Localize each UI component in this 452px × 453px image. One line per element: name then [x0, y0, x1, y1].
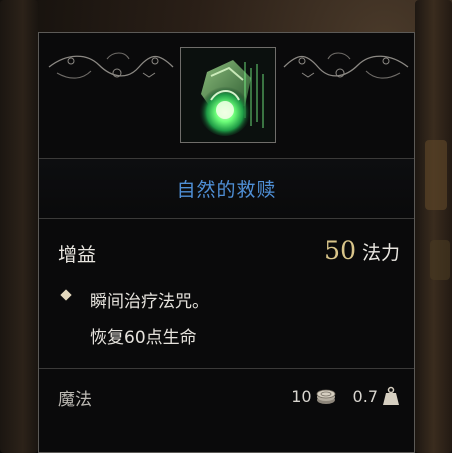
cost-value: 50	[324, 236, 356, 265]
item-stats: 10 0.7	[291, 385, 400, 407]
title-divider	[39, 218, 414, 219]
weight-value: 0.7	[352, 386, 378, 406]
background-strap	[425, 140, 447, 210]
spell-cost: 50 法力	[324, 236, 400, 265]
spell-type-label: 增益	[58, 244, 97, 266]
description-line-1: 瞬间治疗法咒。	[90, 292, 209, 312]
cost-unit: 法力	[361, 242, 400, 264]
filigree-left-ornament	[48, 52, 174, 79]
spell-tooltip: 自然的救赎 增益 50 法力 瞬间治疗法咒。 恢复60点生命 魔法 10 0.7	[38, 32, 415, 453]
background-buckle	[430, 240, 450, 280]
filigree-right-ornament	[283, 52, 409, 79]
coin-stack-icon	[316, 389, 335, 404]
spell-icon-frame	[180, 47, 276, 143]
footer-divider	[39, 368, 414, 369]
background-left-panel	[0, 0, 38, 453]
spell-school: 魔法	[58, 390, 92, 410]
description-line-2: 恢复60点生命	[90, 328, 197, 348]
tooltip-header	[39, 33, 414, 160]
diamond-bullet-icon	[60, 289, 72, 301]
weight-icon	[383, 386, 399, 405]
green-healing-orb-icon	[181, 48, 275, 142]
background-right-panel	[415, 0, 452, 453]
price-value: 10	[291, 386, 312, 406]
spell-name: 自然的救赎	[39, 159, 414, 218]
